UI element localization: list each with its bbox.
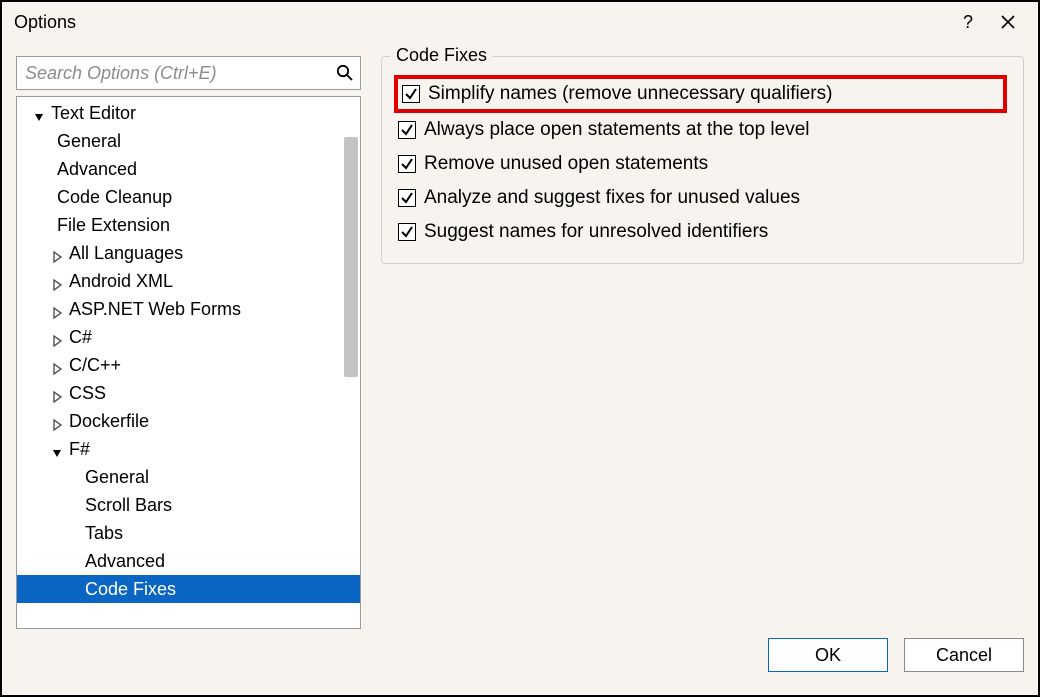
tree-item-dockerfile[interactable]: Dockerfile bbox=[17, 407, 360, 435]
help-icon[interactable]: ? bbox=[948, 2, 988, 42]
expand-icon bbox=[51, 359, 63, 371]
checkbox-icon[interactable] bbox=[398, 189, 416, 207]
tree-item-label: All Languages bbox=[69, 243, 183, 264]
option-suggest-unresolved[interactable]: Suggest names for unresolved identifiers bbox=[398, 215, 1007, 249]
option-remove-unused-open[interactable]: Remove unused open statements bbox=[398, 147, 1007, 181]
tree-item-label: File Extension bbox=[57, 215, 170, 236]
option-open-top-level[interactable]: Always place open statements at the top … bbox=[398, 113, 1007, 147]
option-simplify-names[interactable]: Simplify names (remove unnecessary quali… bbox=[394, 75, 1007, 113]
tree-item-label: ASP.NET Web Forms bbox=[69, 299, 241, 320]
tree-item-label: CSS bbox=[69, 383, 106, 404]
options-dialog: Options ? Text Editor General bbox=[0, 0, 1040, 697]
tree-item-file-extension[interactable]: File Extension bbox=[17, 211, 360, 239]
search-input[interactable] bbox=[17, 59, 330, 88]
checkbox-icon[interactable] bbox=[398, 155, 416, 173]
checkbox-icon[interactable] bbox=[398, 121, 416, 139]
tree-item-c-cpp[interactable]: C/C++ bbox=[17, 351, 360, 379]
tree-item-label: C# bbox=[69, 327, 92, 348]
tree-item-all-languages[interactable]: All Languages bbox=[17, 239, 360, 267]
checkbox-icon[interactable] bbox=[402, 85, 420, 103]
tree-item-advanced[interactable]: Advanced bbox=[17, 155, 360, 183]
tree-item-fsharp-tabs[interactable]: Tabs bbox=[17, 519, 360, 547]
ok-button[interactable]: OK bbox=[768, 638, 888, 672]
tree-item-label: Dockerfile bbox=[69, 411, 149, 432]
tree-scrollbar[interactable] bbox=[344, 137, 358, 377]
tree-item-label: Text Editor bbox=[51, 103, 136, 124]
cancel-button[interactable]: Cancel bbox=[904, 638, 1024, 672]
tree-item-label: General bbox=[57, 131, 121, 152]
expand-icon bbox=[51, 331, 63, 343]
left-panel: Text Editor General Advanced Code Cleanu… bbox=[16, 56, 361, 629]
tree-item-fsharp-advanced[interactable]: Advanced bbox=[17, 547, 360, 575]
tree-item-label: Tabs bbox=[85, 523, 123, 544]
tree-item-fsharp-code-fixes[interactable]: Code Fixes bbox=[17, 575, 360, 603]
option-label: Analyze and suggest fixes for unused val… bbox=[424, 187, 800, 209]
option-label: Always place open statements at the top … bbox=[424, 119, 810, 141]
option-label: Suggest names for unresolved identifiers bbox=[424, 221, 768, 243]
window-title: Options bbox=[14, 12, 948, 33]
tree-item-label: Android XML bbox=[69, 271, 173, 292]
expand-icon bbox=[51, 247, 63, 259]
tree-item-aspnet-web-forms[interactable]: ASP.NET Web Forms bbox=[17, 295, 360, 323]
search-icon[interactable] bbox=[330, 58, 360, 88]
right-panel: Code Fixes Simplify names (remove unnece… bbox=[381, 56, 1024, 629]
tree-item-label: Advanced bbox=[57, 159, 137, 180]
tree-item-android-xml[interactable]: Android XML bbox=[17, 267, 360, 295]
dialog-footer: OK Cancel bbox=[2, 629, 1038, 695]
tree-item-label: C/C++ bbox=[69, 355, 121, 376]
tree-item-code-cleanup[interactable]: Code Cleanup bbox=[17, 183, 360, 211]
expand-icon bbox=[51, 387, 63, 399]
tree-item-text-editor[interactable]: Text Editor bbox=[17, 99, 360, 127]
tree-item-csharp[interactable]: C# bbox=[17, 323, 360, 351]
tree-item-label: Code Fixes bbox=[85, 579, 176, 600]
ok-button-label: OK bbox=[815, 645, 841, 666]
tree-item-css[interactable]: CSS bbox=[17, 379, 360, 407]
code-fixes-group: Code Fixes Simplify names (remove unnece… bbox=[381, 56, 1024, 264]
tree-item-fsharp-general[interactable]: General bbox=[17, 463, 360, 491]
title-bar: Options ? bbox=[2, 2, 1038, 42]
option-label: Simplify names (remove unnecessary quali… bbox=[428, 83, 832, 105]
close-icon[interactable] bbox=[988, 2, 1028, 42]
expand-icon bbox=[51, 303, 63, 315]
option-analyze-unused-values[interactable]: Analyze and suggest fixes for unused val… bbox=[398, 181, 1007, 215]
checkbox-icon[interactable] bbox=[398, 223, 416, 241]
tree-item-fsharp-scroll-bars[interactable]: Scroll Bars bbox=[17, 491, 360, 519]
option-label: Remove unused open statements bbox=[424, 153, 708, 175]
search-box bbox=[16, 56, 361, 90]
collapse-icon bbox=[51, 443, 63, 455]
tree-item-general[interactable]: General bbox=[17, 127, 360, 155]
tree-item-label: Code Cleanup bbox=[57, 187, 172, 208]
tree-item-label: General bbox=[85, 467, 149, 488]
expand-icon bbox=[51, 275, 63, 287]
collapse-icon bbox=[33, 107, 45, 119]
options-tree[interactable]: Text Editor General Advanced Code Cleanu… bbox=[16, 96, 361, 629]
group-title: Code Fixes bbox=[390, 45, 493, 66]
tree-item-label: Scroll Bars bbox=[85, 495, 172, 516]
expand-icon bbox=[51, 415, 63, 427]
cancel-button-label: Cancel bbox=[936, 645, 992, 666]
tree-item-label: Advanced bbox=[85, 551, 165, 572]
tree-item-label: F# bbox=[69, 439, 90, 460]
tree-item-fsharp[interactable]: F# bbox=[17, 435, 360, 463]
dialog-body: Text Editor General Advanced Code Cleanu… bbox=[2, 42, 1038, 629]
